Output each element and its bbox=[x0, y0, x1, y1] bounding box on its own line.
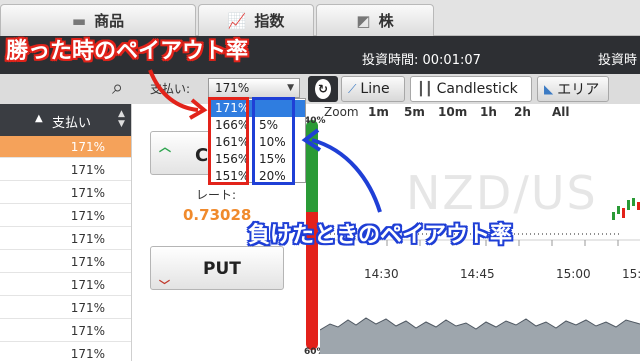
list-item[interactable]: 171% bbox=[0, 297, 131, 319]
list-item[interactable]: 171% bbox=[0, 251, 131, 273]
time-tick: 15:00 bbox=[556, 267, 591, 281]
time-tick: 14:45 bbox=[460, 267, 495, 281]
tab-stocks-label: 株 bbox=[378, 12, 394, 30]
zoom-1h[interactable]: 1h bbox=[480, 105, 497, 119]
zoom-2h[interactable]: 2h bbox=[514, 105, 531, 119]
arrow-up-icon: ︿ bbox=[159, 140, 172, 154]
list-item[interactable]: 171% bbox=[0, 320, 131, 342]
put-button[interactable]: PUT ﹀ bbox=[150, 246, 284, 292]
refresh-icon: ↻ bbox=[315, 79, 331, 99]
stock-icon: ◩ bbox=[356, 11, 371, 30]
line-chart-button[interactable]: ⟋ Line bbox=[341, 76, 405, 102]
list-item[interactable]: 171% bbox=[0, 228, 131, 250]
line-chart-icon: ⟋ bbox=[348, 81, 357, 96]
sentiment-call-fill bbox=[306, 120, 318, 212]
list-item[interactable]: 171% bbox=[0, 205, 131, 227]
product-icon: ▬ bbox=[71, 11, 87, 30]
area-chart-button[interactable]: ◣ エリア bbox=[537, 76, 609, 102]
win-payout-annotation: 勝った時のペイアウト率 bbox=[6, 39, 249, 64]
lose-payout-highlight-box bbox=[252, 97, 295, 185]
investment-time: 投資時間: 00:01:07 bbox=[362, 53, 481, 68]
zoom-all[interactable]: All bbox=[552, 105, 570, 119]
rate-label: レート: bbox=[196, 188, 237, 202]
refresh-button[interactable]: ↻ bbox=[308, 76, 338, 102]
list-item[interactable]: 171% bbox=[0, 343, 131, 361]
line-chart-label: Line bbox=[360, 81, 390, 97]
list-item[interactable]: 171% bbox=[0, 136, 131, 158]
zoom-label: Zoom bbox=[324, 105, 359, 119]
chevron-down-icon: ▼ bbox=[287, 83, 294, 93]
time-tick: 15: bbox=[622, 267, 640, 281]
top-tab-bar: ▬ 商品 📈 指数 ◩ 株 bbox=[0, 0, 640, 36]
area-chart-label: エリア bbox=[557, 82, 600, 98]
divider bbox=[131, 104, 132, 361]
candlestick-chart-button[interactable]: ┃┃ Candlestick bbox=[410, 76, 532, 102]
tab-products-label: 商品 bbox=[94, 12, 125, 30]
list-item[interactable]: 171% bbox=[0, 274, 131, 296]
payout-select[interactable]: 171% ▼ bbox=[208, 78, 300, 98]
tab-index-label: 指数 bbox=[254, 12, 285, 30]
tab-index[interactable]: 📈 指数 bbox=[198, 4, 314, 36]
payout-column-label: 支払い bbox=[52, 116, 92, 131]
zoom-bar: Zoom 1m 5m 10m 1h 2h All bbox=[300, 104, 640, 122]
payout-select-value: 171% bbox=[215, 81, 250, 95]
candlestick-icon: ┃┃ bbox=[417, 81, 433, 97]
sort-up-icon[interactable]: ▲ bbox=[35, 113, 43, 124]
payout-label: 支払い: bbox=[150, 82, 191, 96]
area-chart-icon: ◣ bbox=[544, 82, 554, 96]
win-payout-highlight-box bbox=[208, 97, 249, 185]
list-item[interactable]: 171% bbox=[0, 159, 131, 181]
lose-payout-annotation: 負けたときのペイアウト率 bbox=[248, 223, 513, 248]
investment-time-2: 投資時 bbox=[598, 53, 638, 68]
arrow-down-icon: ﹀ bbox=[159, 279, 170, 292]
list-item[interactable]: 171% bbox=[0, 182, 131, 204]
put-button-label: PUT bbox=[203, 259, 241, 279]
search-icon[interactable]: ⌕ bbox=[112, 77, 123, 97]
tab-stocks[interactable]: ◩ 株 bbox=[316, 4, 434, 36]
zoom-1m[interactable]: 1m bbox=[368, 105, 389, 119]
time-tick: 14:30 bbox=[364, 267, 399, 281]
sort-toggle-icon[interactable]: ▲ ▼ bbox=[118, 109, 125, 129]
rate-value: 0.73028 bbox=[183, 206, 252, 224]
index-chart-icon: 📈 bbox=[227, 11, 247, 30]
call-button-label: C bbox=[195, 145, 209, 166]
zoom-5m[interactable]: 5m bbox=[404, 105, 425, 119]
payout-list-header[interactable]: ▲ 支払い ▲ ▼ bbox=[0, 104, 131, 136]
zoom-10m[interactable]: 10m bbox=[438, 105, 467, 119]
tab-products[interactable]: ▬ 商品 bbox=[0, 4, 196, 36]
navigator-overview[interactable] bbox=[320, 300, 640, 354]
candlestick-label: Candlestick bbox=[436, 81, 518, 97]
